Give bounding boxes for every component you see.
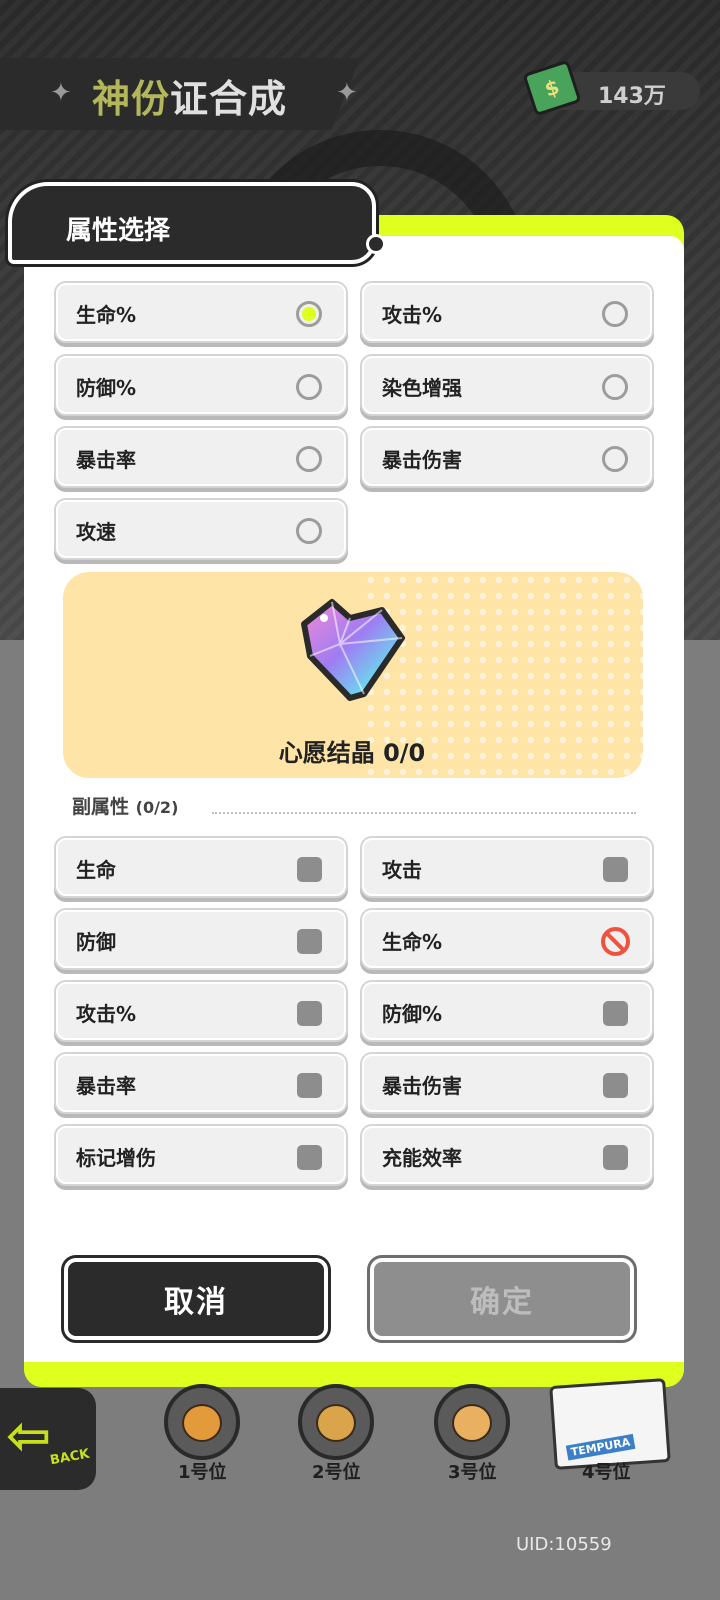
option-label: 标记增伤 bbox=[76, 1146, 156, 1170]
option-label: 暴击伤害 bbox=[382, 448, 462, 472]
dialog-header-tab bbox=[8, 182, 376, 264]
radio-icon bbox=[602, 301, 628, 327]
sub-option-atk[interactable]: 攻击 bbox=[362, 838, 652, 896]
option-label: 防御 bbox=[76, 930, 116, 954]
radio-icon bbox=[296, 374, 322, 400]
option-label: 生命% bbox=[382, 930, 443, 954]
radio-icon bbox=[602, 446, 628, 472]
sparkle-icon: ✦ bbox=[50, 78, 72, 108]
option-label: 生命 bbox=[76, 858, 116, 882]
sub-attribute-heading: 副属性 (0/2) bbox=[72, 792, 178, 819]
checkbox-icon bbox=[297, 1145, 322, 1170]
sub-option-mark-damage[interactable]: 标记增伤 bbox=[56, 1126, 346, 1184]
slot-label: 2号位 bbox=[312, 1462, 361, 1483]
user-id: UID:10559 bbox=[516, 1534, 612, 1555]
disabled-icon bbox=[601, 927, 630, 956]
option-label: 染色增强 bbox=[382, 376, 462, 400]
divider bbox=[212, 812, 636, 814]
option-label: 暴击率 bbox=[76, 448, 136, 472]
mochi-icon bbox=[316, 1404, 356, 1442]
option-label: 防御% bbox=[76, 376, 137, 400]
header-dot-decoration bbox=[366, 234, 386, 254]
checkbox-icon bbox=[603, 857, 628, 882]
option-label: 暴击伤害 bbox=[382, 1074, 462, 1098]
sub-option-def-percent[interactable]: 防御% bbox=[362, 982, 652, 1040]
chicken-leg-icon bbox=[182, 1404, 222, 1442]
sub-attribute-count: (0/2) bbox=[135, 798, 179, 817]
page-title-accent: 神份 bbox=[92, 77, 171, 121]
sub-option-hp-percent[interactable]: 生命% bbox=[362, 910, 652, 968]
main-option-attack-speed[interactable]: 攻速 bbox=[56, 500, 346, 558]
bread-icon bbox=[452, 1404, 492, 1442]
sparkle-icon: ✦ bbox=[336, 78, 358, 108]
radio-icon bbox=[296, 518, 322, 544]
sub-option-crit-rate[interactable]: 暴击率 bbox=[56, 1054, 346, 1112]
page-title-rest: 证合成 bbox=[170, 77, 288, 121]
currency-value: 143万 bbox=[598, 84, 666, 109]
sub-option-energy-recharge[interactable]: 充能效率 bbox=[362, 1126, 652, 1184]
main-option-crit-rate[interactable]: 暴击率 bbox=[56, 428, 346, 486]
checkbox-icon bbox=[297, 857, 322, 882]
crystal-heart-icon bbox=[301, 599, 405, 701]
checkbox-icon bbox=[603, 1001, 628, 1026]
checkbox-icon bbox=[297, 929, 322, 954]
checkbox-icon bbox=[297, 1073, 322, 1098]
checkbox-icon bbox=[603, 1073, 628, 1098]
sub-option-crit-damage[interactable]: 暴击伤害 bbox=[362, 1054, 652, 1112]
main-option-atk-percent[interactable]: 攻击% bbox=[362, 283, 652, 341]
dialog-title: 属性选择 bbox=[66, 216, 171, 246]
checkbox-icon bbox=[603, 1145, 628, 1170]
option-label: 防御% bbox=[382, 1002, 443, 1026]
option-label: 暴击率 bbox=[76, 1074, 136, 1098]
option-label: 生命% bbox=[76, 303, 137, 327]
page-title: 神份证合成 bbox=[92, 68, 287, 123]
sub-option-def[interactable]: 防御 bbox=[56, 910, 346, 968]
slot-3-button[interactable] bbox=[434, 1384, 510, 1460]
radio-selected-icon bbox=[296, 301, 322, 327]
option-label: 攻击% bbox=[76, 1002, 137, 1026]
slot-4-button[interactable]: TEMPURA bbox=[549, 1378, 671, 1470]
main-option-def-percent[interactable]: 防御% bbox=[56, 356, 346, 414]
slot-4-tag: TEMPURA bbox=[565, 1433, 636, 1461]
wish-crystal-count: 心愿结晶 0/0 bbox=[278, 739, 426, 767]
confirm-button[interactable]: 确定 bbox=[370, 1258, 634, 1340]
sub-option-atk-percent[interactable]: 攻击% bbox=[56, 982, 346, 1040]
radio-icon bbox=[296, 446, 322, 472]
cancel-button[interactable]: 取消 bbox=[64, 1258, 328, 1340]
slot-label: 3号位 bbox=[448, 1462, 497, 1483]
checkbox-icon bbox=[297, 1001, 322, 1026]
main-option-crit-damage[interactable]: 暴击伤害 bbox=[362, 428, 652, 486]
slot-1-button[interactable] bbox=[164, 1384, 240, 1460]
option-label: 攻击 bbox=[382, 858, 422, 882]
slot-2-button[interactable] bbox=[298, 1384, 374, 1460]
slot-label: 1号位 bbox=[178, 1462, 227, 1483]
main-option-hp-percent[interactable]: 生命% bbox=[56, 283, 346, 341]
radio-icon bbox=[602, 374, 628, 400]
slot-label: 4号位 bbox=[582, 1462, 631, 1483]
main-option-dye-boost[interactable]: 染色增强 bbox=[362, 356, 652, 414]
sub-attribute-title: 副属性 bbox=[72, 796, 130, 818]
sub-option-hp[interactable]: 生命 bbox=[56, 838, 346, 896]
option-label: 充能效率 bbox=[382, 1146, 462, 1170]
back-arrow-icon: ⇦ bbox=[6, 1404, 52, 1467]
option-label: 攻击% bbox=[382, 303, 443, 327]
option-label: 攻速 bbox=[76, 520, 116, 544]
scroll-fade bbox=[24, 1190, 684, 1230]
